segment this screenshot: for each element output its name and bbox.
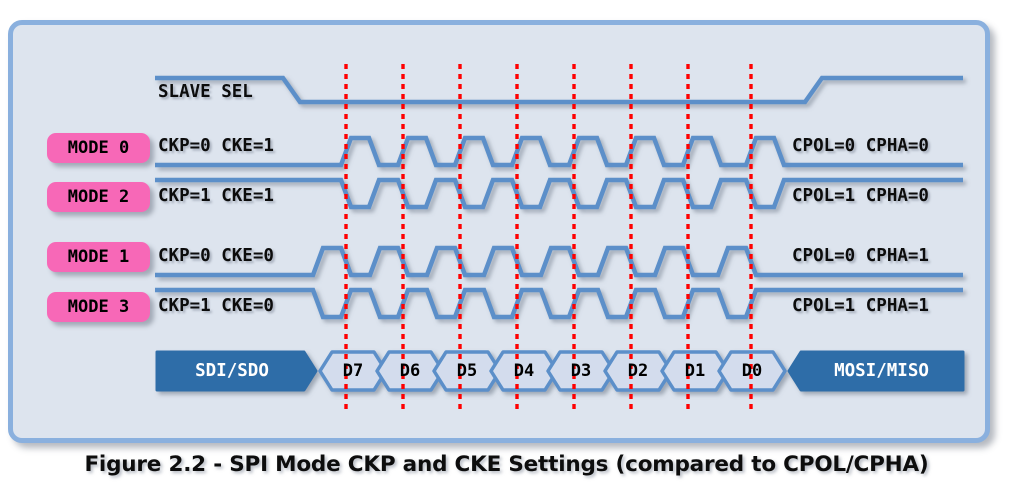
bus-right-label: MOSI/MISO (834, 361, 929, 381)
bus-bit-d3: D3 (570, 361, 592, 381)
figure-caption: Figure 2.2 - SPI Mode CKP and CKE Settin… (84, 452, 929, 477)
slave-select-label: SLAVE SEL (158, 82, 253, 102)
bus-bit-d0: D0 (741, 361, 763, 381)
badge-mode-3[interactable]: MODE 3 (47, 292, 150, 322)
bus-bit-d6: D6 (399, 361, 421, 381)
ckp-cke-label-mode-0: CKP=0 CKE=1 (158, 136, 274, 156)
figure-root: SLAVE SEL MODE 0 MODE 2 MODE 1 MODE 3 CK… (0, 0, 1013, 501)
cpol-cpha-label-mode-1: CPOL=0 CPHA=1 (792, 246, 929, 266)
bus-bit-d7: D7 (342, 361, 364, 381)
badge-mode-1[interactable]: MODE 1 (47, 242, 150, 272)
cpol-cpha-label-mode-2: CPOL=1 CPHA=0 (792, 186, 929, 206)
cpol-cpha-label-mode-0: CPOL=0 CPHA=0 (792, 136, 929, 156)
ckp-cke-label-mode-3: CKP=1 CKE=0 (158, 296, 274, 316)
slave-select-waveform (155, 75, 963, 105)
bus-bit-d4: D4 (513, 361, 535, 381)
bus-bit-d2: D2 (627, 361, 649, 381)
cpol-cpha-label-mode-3: CPOL=1 CPHA=1 (792, 296, 929, 316)
ckp-cke-label-mode-2: CKP=1 CKE=1 (158, 186, 274, 206)
bus-left-label: SDI/SDO (195, 361, 269, 381)
badge-mode-2[interactable]: MODE 2 (47, 182, 150, 212)
bus-bit-d5: D5 (456, 361, 478, 381)
ckp-cke-label-mode-1: CKP=0 CKE=0 (158, 246, 274, 266)
bus-bit-d1: D1 (684, 361, 706, 381)
badge-mode-0[interactable]: MODE 0 (47, 133, 150, 163)
